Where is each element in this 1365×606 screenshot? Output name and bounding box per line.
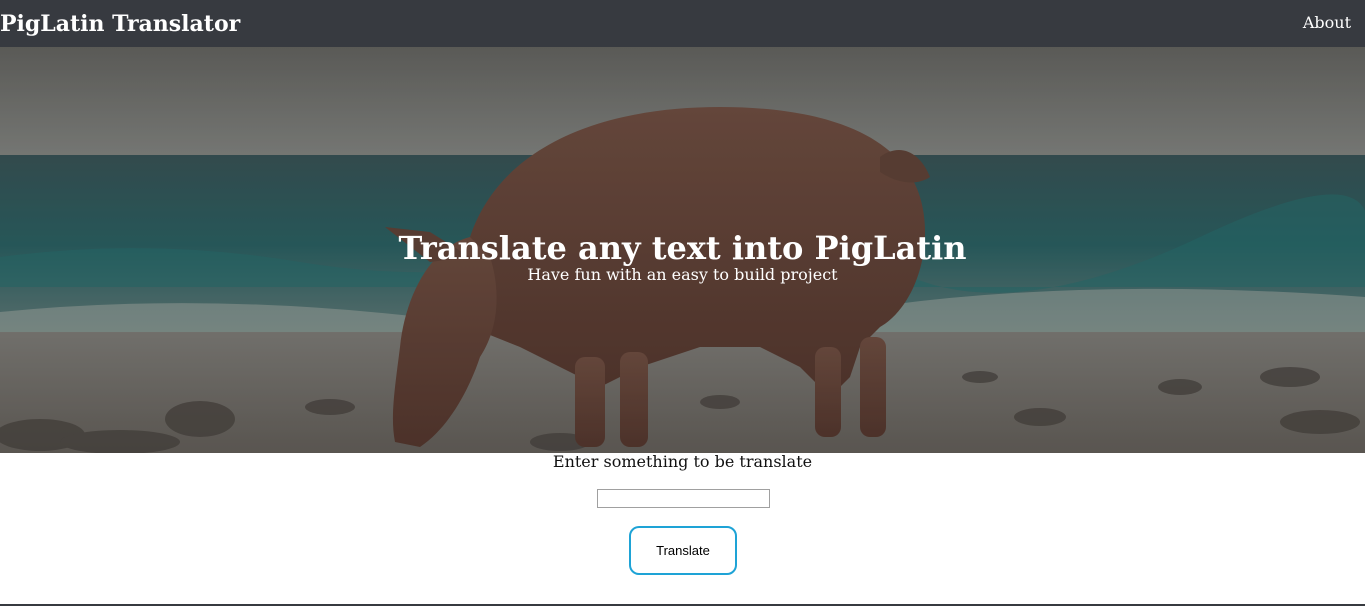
translate-text-input[interactable] [597, 489, 770, 508]
hero-subtitle: Have fun with an easy to build project [527, 265, 838, 284]
hero-text: Translate any text into PigLatin Have fu… [0, 47, 1365, 453]
input-prompt-label: Enter something to be translate [552, 452, 813, 471]
hero-banner: Translate any text into PigLatin Have fu… [0, 47, 1365, 453]
nav-link-about[interactable]: About [1303, 13, 1351, 33]
brand-title[interactable]: PigLatin Translator [0, 10, 240, 38]
hero-title: Translate any text into PigLatin [398, 229, 967, 267]
translate-button[interactable]: Translate [629, 526, 737, 575]
navbar: PigLatin Translator About [0, 0, 1365, 47]
